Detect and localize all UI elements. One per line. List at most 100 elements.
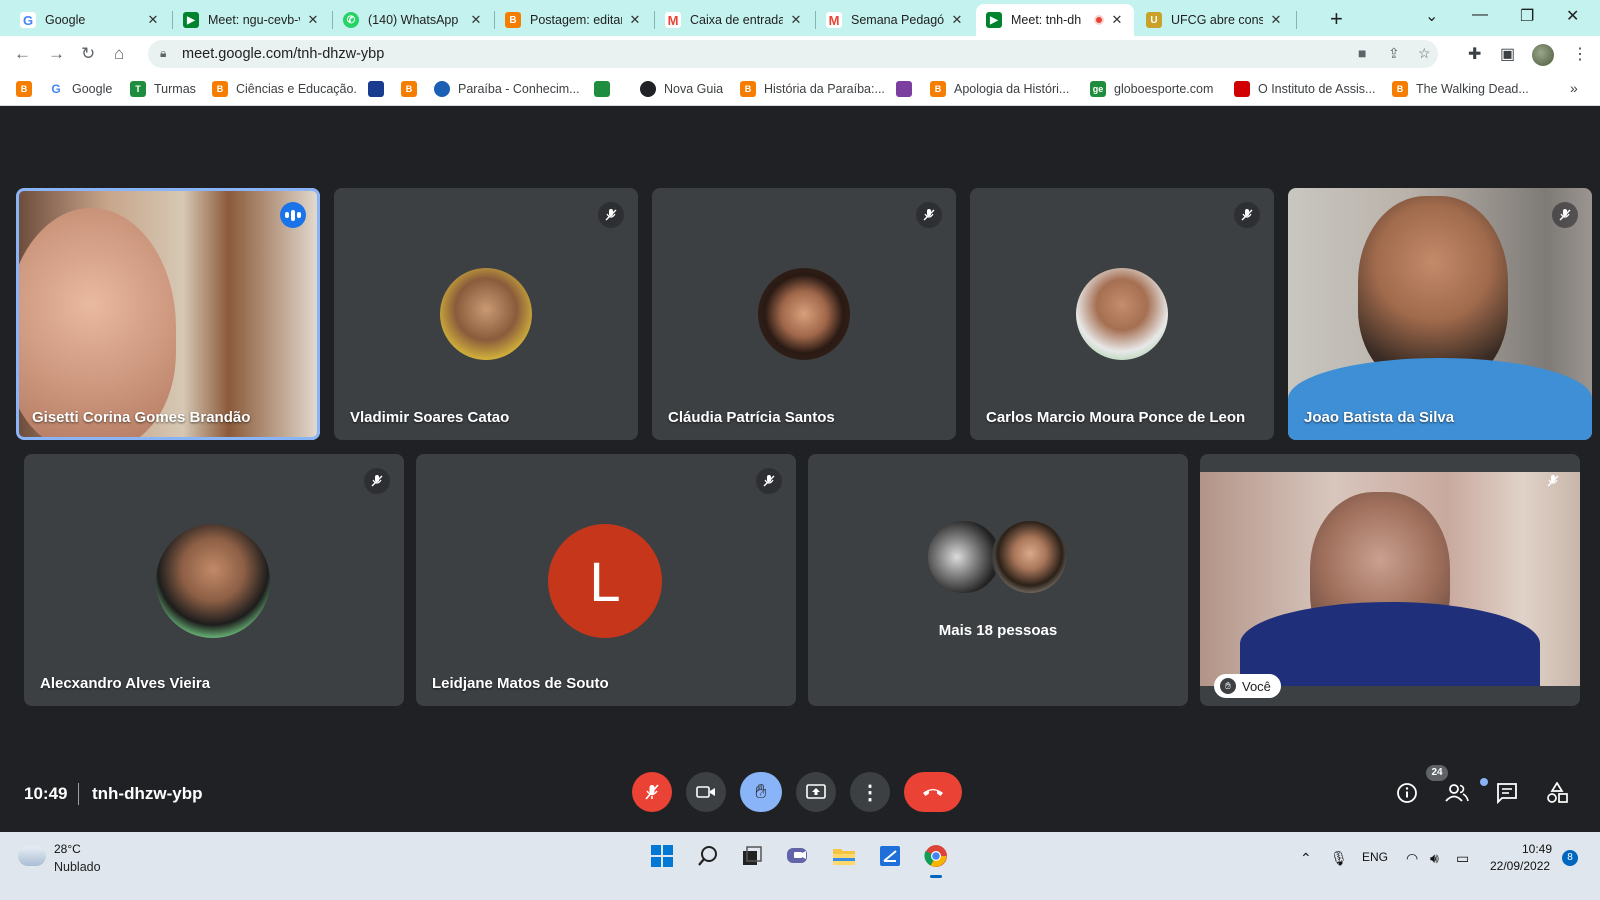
share-icon[interactable]: ⇪: [1388, 45, 1400, 62]
tab-blogger[interactable]: B Postagem: editar ✕: [495, 4, 652, 36]
bookmark-item[interactable]: [594, 81, 618, 97]
toggle-camera-button[interactable]: [686, 772, 726, 812]
participant-tile[interactable]: Gisetti Corina Gomes Brandão: [16, 188, 320, 440]
chat-button[interactable]: [1492, 778, 1522, 808]
bookmark-item[interactable]: G Google: [48, 81, 112, 97]
lock-icon[interactable]: 🔒︎: [160, 46, 166, 61]
meeting-code[interactable]: tnh-dhzw-ybp: [92, 784, 202, 804]
participant-tile[interactable]: Carlos Marcio Moura Ponce de Leon: [970, 188, 1274, 440]
close-tab-icon[interactable]: ✕: [146, 12, 160, 28]
participant-tile[interactable]: Cláudia Patrícia Santos: [652, 188, 956, 440]
close-tab-icon[interactable]: ✕: [1110, 12, 1124, 28]
tab-search-icon[interactable]: ⌄: [1425, 6, 1438, 26]
close-tab-icon[interactable]: ✕: [1269, 12, 1283, 28]
chrome-icon[interactable]: [922, 842, 950, 878]
bookmark-item[interactable]: B Apologia da Históri...: [930, 81, 1069, 97]
camera-in-use-icon[interactable]: ■: [1358, 45, 1366, 61]
avatar: [926, 519, 1002, 595]
search-icon[interactable]: [694, 842, 722, 870]
volume-icon[interactable]: 🔊︎: [1430, 850, 1439, 867]
cloud-icon[interactable]: [18, 846, 46, 866]
participant-tile[interactable]: Joao Batista da Silva: [1288, 188, 1592, 440]
self-view-tile[interactable]: ✋︎ Você: [1200, 454, 1580, 706]
bookmark-item[interactable]: Paraíba - Conhecim...: [434, 81, 580, 97]
bookmark-star-icon[interactable]: ☆: [1418, 45, 1431, 62]
new-tab-button[interactable]: +: [1330, 6, 1343, 32]
file-explorer-icon[interactable]: [830, 842, 858, 870]
tab-ufcg[interactable]: U UFCG abre consu ✕: [1136, 4, 1293, 36]
tab-meet-ngu[interactable]: ▶ Meet: ngu-cevb-v ✕: [173, 4, 330, 36]
microsoft-store-icon[interactable]: [876, 842, 904, 870]
gmail-icon: M: [826, 12, 842, 28]
leave-call-button[interactable]: [904, 772, 962, 812]
url-text[interactable]: meet.google.com/tnh-dhzw-ybp: [182, 46, 384, 62]
weather-condition[interactable]: Nublado: [54, 860, 101, 874]
toggle-mic-button[interactable]: [632, 772, 672, 812]
chrome-menu-icon[interactable]: ⋮: [1572, 44, 1588, 64]
more-options-button[interactable]: ⋮: [850, 772, 890, 812]
close-tab-icon[interactable]: ✕: [469, 12, 483, 28]
bookmark-item[interactable]: Nova Guia: [640, 81, 723, 97]
extensions-icon[interactable]: ✚: [1468, 44, 1481, 64]
site-icon: [368, 81, 384, 97]
bookmark-item[interactable]: B The Walking Dead...: [1392, 81, 1529, 97]
close-tab-icon[interactable]: ✕: [789, 12, 803, 28]
bookmark-item[interactable]: [896, 81, 920, 97]
participant-tile[interactable]: Alecxandro Alves Vieira: [24, 454, 404, 706]
bookmark-item[interactable]: ge globoesporte.com: [1090, 81, 1213, 97]
meeting-details-button[interactable]: [1392, 778, 1422, 808]
more-bookmarks-icon[interactable]: »: [1570, 80, 1578, 96]
bookmark-item[interactable]: B: [16, 81, 40, 97]
restore-icon[interactable]: ❐: [1520, 6, 1534, 26]
window-close-icon[interactable]: ✕: [1566, 6, 1579, 26]
participant-tile[interactable]: L Leidjane Matos de Souto: [416, 454, 796, 706]
home-icon[interactable]: ⌂: [114, 44, 124, 64]
google-icon: G: [48, 81, 64, 97]
participant-name: Carlos Marcio Moura Ponce de Leon: [986, 409, 1246, 426]
tab-google[interactable]: G Google ✕: [10, 4, 170, 36]
bookmark-item[interactable]: B: [401, 81, 425, 97]
minimize-icon[interactable]: —: [1472, 6, 1488, 24]
tab-meet-active[interactable]: ▶ Meet: tnh-dh ✕: [976, 4, 1134, 36]
notification-badge[interactable]: 8: [1562, 850, 1578, 866]
profile-avatar[interactable]: [1532, 44, 1554, 66]
address-bar[interactable]: 🔒︎ meet.google.com/tnh-dhzw-ybp ■ ⇪ ☆: [148, 40, 1438, 68]
close-tab-icon[interactable]: ✕: [628, 12, 642, 28]
close-tab-icon[interactable]: ✕: [950, 12, 964, 28]
tab-gmail-semana[interactable]: M Semana Pedagóg ✕: [816, 4, 974, 36]
wifi-icon[interactable]: ◠: [1406, 850, 1418, 867]
microphone-icon[interactable]: 🎙︎: [1330, 850, 1348, 867]
participant-tile[interactable]: Vladimir Soares Catao: [334, 188, 638, 440]
google-icon: G: [20, 12, 36, 28]
bookmark-item[interactable]: T Turmas: [130, 81, 196, 97]
raise-hand-button[interactable]: ✋︎: [740, 772, 782, 812]
task-view-icon[interactable]: [738, 842, 766, 870]
activities-button[interactable]: [1542, 778, 1572, 808]
windows-start-icon[interactable]: [648, 842, 676, 870]
weather-temperature[interactable]: 28°C: [54, 842, 81, 856]
battery-icon[interactable]: ▭: [1456, 850, 1469, 867]
bookmark-item[interactable]: O Instituto de Assis...: [1234, 81, 1375, 97]
system-time[interactable]: 10:49: [1506, 842, 1552, 856]
present-screen-button[interactable]: [796, 772, 836, 812]
bookmark-item[interactable]: B História da Paraíba:...: [740, 81, 885, 97]
system-date[interactable]: 22/09/2022: [1490, 859, 1550, 873]
bookmark-item[interactable]: [368, 81, 392, 97]
tab-gmail-inbox[interactable]: M Caixa de entrada ✕: [655, 4, 813, 36]
back-icon[interactable]: ←: [14, 44, 31, 64]
forward-icon[interactable]: →: [48, 44, 65, 64]
people-button[interactable]: [1442, 778, 1472, 808]
ge-icon: ge: [1090, 81, 1106, 97]
close-tab-icon[interactable]: ✕: [306, 12, 320, 28]
more-vert-icon: ⋮: [860, 781, 880, 804]
avatar: [156, 524, 270, 638]
side-panel-icon[interactable]: ▣: [1500, 44, 1515, 64]
bookmark-item[interactable]: B Ciências e Educação.: [212, 81, 357, 97]
show-hidden-icons-icon[interactable]: ⌃: [1300, 850, 1312, 867]
reload-icon[interactable]: ↻: [81, 44, 95, 64]
tab-whatsapp[interactable]: ✆ (140) WhatsApp ✕: [333, 4, 493, 36]
chat-icon: [1497, 783, 1517, 804]
teams-chat-icon[interactable]: [784, 842, 812, 870]
language-indicator[interactable]: ENG: [1362, 850, 1388, 864]
overflow-participants-tile[interactable]: Mais 18 pessoas: [808, 454, 1188, 706]
